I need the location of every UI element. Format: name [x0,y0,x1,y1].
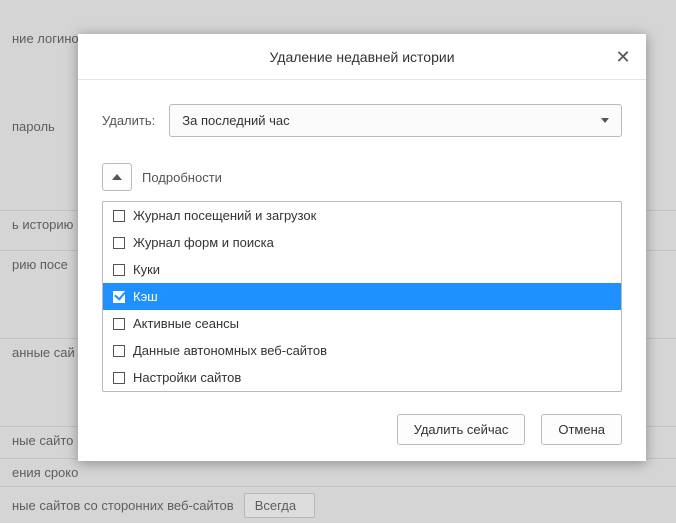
time-range-select[interactable]: За последний час [169,104,622,137]
list-item-label: Куки [133,262,160,277]
list-item-label: Данные автономных веб-сайтов [133,343,327,358]
details-label: Подробности [142,170,222,185]
checkbox-icon[interactable] [113,237,125,249]
close-button[interactable]: ✕ [608,42,638,72]
checkbox-icon[interactable] [113,210,125,222]
list-item-label: Журнал посещений и загрузок [133,208,316,223]
list-item[interactable]: Журнал форм и поиска [103,229,621,256]
details-list: Журнал посещений и загрузок Журнал форм и… [102,201,622,392]
clear-history-dialog: Удаление недавней истории ✕ Удалить: За … [78,34,646,461]
checkbox-icon[interactable] [113,345,125,357]
list-item[interactable]: Настройки сайтов [103,364,621,391]
dialog-title: Удаление недавней истории [269,49,454,65]
checkbox-icon[interactable] [113,318,125,330]
clear-now-button[interactable]: Удалить сейчас [397,414,526,445]
checkbox-icon[interactable] [113,264,125,276]
dialog-titlebar: Удаление недавней истории ✕ [78,34,646,80]
close-icon: ✕ [615,47,630,68]
details-toggle[interactable] [102,163,132,191]
list-item-label: Кэш [133,289,158,304]
delete-label: Удалить: [102,113,155,128]
list-item-label: Настройки сайтов [133,370,241,385]
list-item[interactable]: Активные сеансы [103,310,621,337]
list-item[interactable]: Данные автономных веб-сайтов [103,337,621,364]
checkbox-icon[interactable] [113,372,125,384]
checkbox-icon[interactable] [113,291,125,303]
cancel-button[interactable]: Отмена [541,414,622,445]
list-item-label: Активные сеансы [133,316,239,331]
list-item[interactable]: Журнал посещений и загрузок [103,202,621,229]
list-item[interactable]: Куки [103,256,621,283]
chevron-up-icon [112,174,122,180]
list-item-label: Журнал форм и поиска [133,235,274,250]
list-item[interactable]: Кэш [103,283,621,310]
caret-down-icon [601,118,609,123]
time-range-value: За последний час [182,113,289,128]
